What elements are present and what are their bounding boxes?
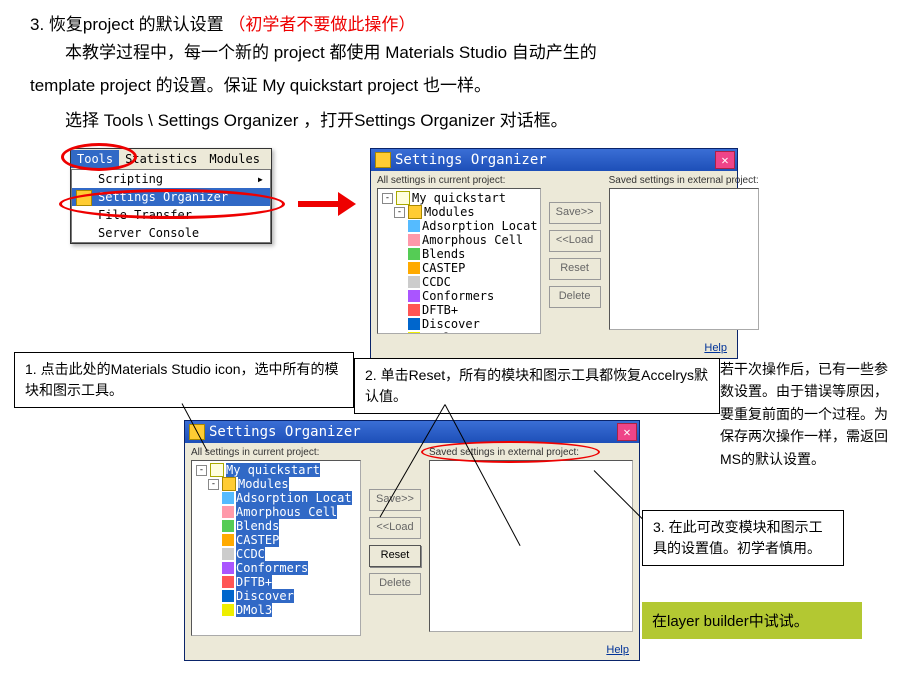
module-icon: [222, 492, 234, 504]
settings-tree-bottom[interactable]: -My quickstart -Modules Adsorption Locat…: [191, 460, 361, 636]
module-icon: [222, 590, 234, 602]
external-settings-tree[interactable]: [429, 460, 633, 632]
menu-modules[interactable]: Modules: [203, 150, 266, 168]
right-pane-label: Saved settings in external project:: [429, 447, 633, 458]
callout-3: 3. 在此可改变模块和图示工具的设置值。初学者慎用。: [642, 510, 844, 566]
red-circle-settings-organizer: [59, 189, 285, 219]
instruction-line: 选择 Tools \ Settings Organizer ，打开Setting…: [65, 107, 910, 136]
help-link[interactable]: Help: [704, 342, 727, 354]
titlebar-app-icon: [375, 152, 391, 168]
left-pane-label: All settings in current project:: [191, 447, 361, 458]
tree-expand-icon[interactable]: -: [394, 207, 405, 218]
module-icon: [222, 604, 234, 616]
module-icon: [408, 220, 420, 232]
callout-1: 1. 点击此处的Materials Studio icon，选中所有的模块和图示…: [14, 352, 354, 408]
tree-expand-icon[interactable]: -: [382, 193, 393, 204]
section-heading: 3. 恢复project 的默认设置 （初学者不要做此操作）: [30, 10, 910, 35]
middle-buttons: Save>> <<Load Reset Delete: [547, 171, 603, 338]
middle-buttons: Save>> <<Load Reset Delete: [367, 443, 423, 640]
delete-button[interactable]: Delete: [549, 286, 601, 308]
tree-expand-icon[interactable]: -: [208, 479, 219, 490]
close-button[interactable]: ✕: [617, 423, 637, 441]
red-circle-external-label: [421, 441, 600, 463]
module-icon: [408, 234, 420, 246]
project-icon: [396, 191, 410, 205]
dialog-settings-organizer-bottom: Settings Organizer ✕ All settings in cur…: [184, 420, 640, 661]
intro-line-1: 本教学过程中，每一个新的 project 都使用 Materials Studi…: [65, 39, 910, 68]
right-pane-label: Saved settings in external project:: [609, 175, 759, 186]
dialog-title: Settings Organizer: [209, 424, 617, 440]
reset-button[interactable]: Reset: [549, 258, 601, 280]
module-icon: [222, 534, 234, 546]
left-pane-label: All settings in current project:: [377, 175, 541, 186]
green-highlight-note: 在layer builder中试试。: [642, 602, 862, 639]
red-circle-tools: [61, 143, 137, 171]
red-arrow-icon: [298, 192, 358, 216]
menuitem-server-console[interactable]: Server Console: [72, 224, 270, 242]
folder-icon: [222, 477, 236, 491]
project-icon: [210, 463, 224, 477]
module-icon: [408, 304, 420, 316]
settings-tree-top[interactable]: -My quickstart -Modules Adsorption Locat…: [377, 188, 541, 334]
reset-button[interactable]: Reset: [369, 545, 421, 567]
external-settings-tree[interactable]: [609, 188, 759, 330]
module-icon: [408, 248, 420, 260]
module-icon: [408, 318, 420, 330]
module-icon: [222, 520, 234, 532]
module-icon: [408, 290, 420, 302]
module-icon: [222, 506, 234, 518]
module-icon: [222, 562, 234, 574]
module-icon: [222, 576, 234, 588]
intro-line-2: template project 的设置。保证 My quickstart pr…: [30, 72, 910, 101]
dialog-settings-organizer-top: Settings Organizer ✕ All settings in cur…: [370, 148, 738, 359]
load-button[interactable]: <<Load: [369, 517, 421, 539]
delete-button[interactable]: Delete: [369, 573, 421, 595]
module-icon: [408, 276, 420, 288]
module-icon: [408, 332, 420, 334]
tree-expand-icon[interactable]: -: [196, 465, 207, 476]
callout-2: 2. 单击Reset，所有的模块和图示工具都恢复Accelrys默认值。: [354, 358, 720, 414]
module-icon: [222, 548, 234, 560]
close-button[interactable]: ✕: [715, 151, 735, 169]
load-button[interactable]: <<Load: [549, 230, 601, 252]
dialog-title: Settings Organizer: [395, 152, 715, 168]
save-button[interactable]: Save>>: [549, 202, 601, 224]
screenshot-tools-menu: Tools Statistics Modules Scripting▸ Sett…: [70, 148, 272, 244]
menuitem-scripting[interactable]: Scripting▸: [72, 170, 270, 188]
module-icon: [408, 262, 420, 274]
help-link[interactable]: Help: [606, 644, 629, 656]
explanatory-paragraph: 若干次操作后，已有一些参数设置。由于错误等原因，要重复前面的一个过程。为保存两次…: [720, 358, 900, 470]
folder-icon: [408, 205, 422, 219]
